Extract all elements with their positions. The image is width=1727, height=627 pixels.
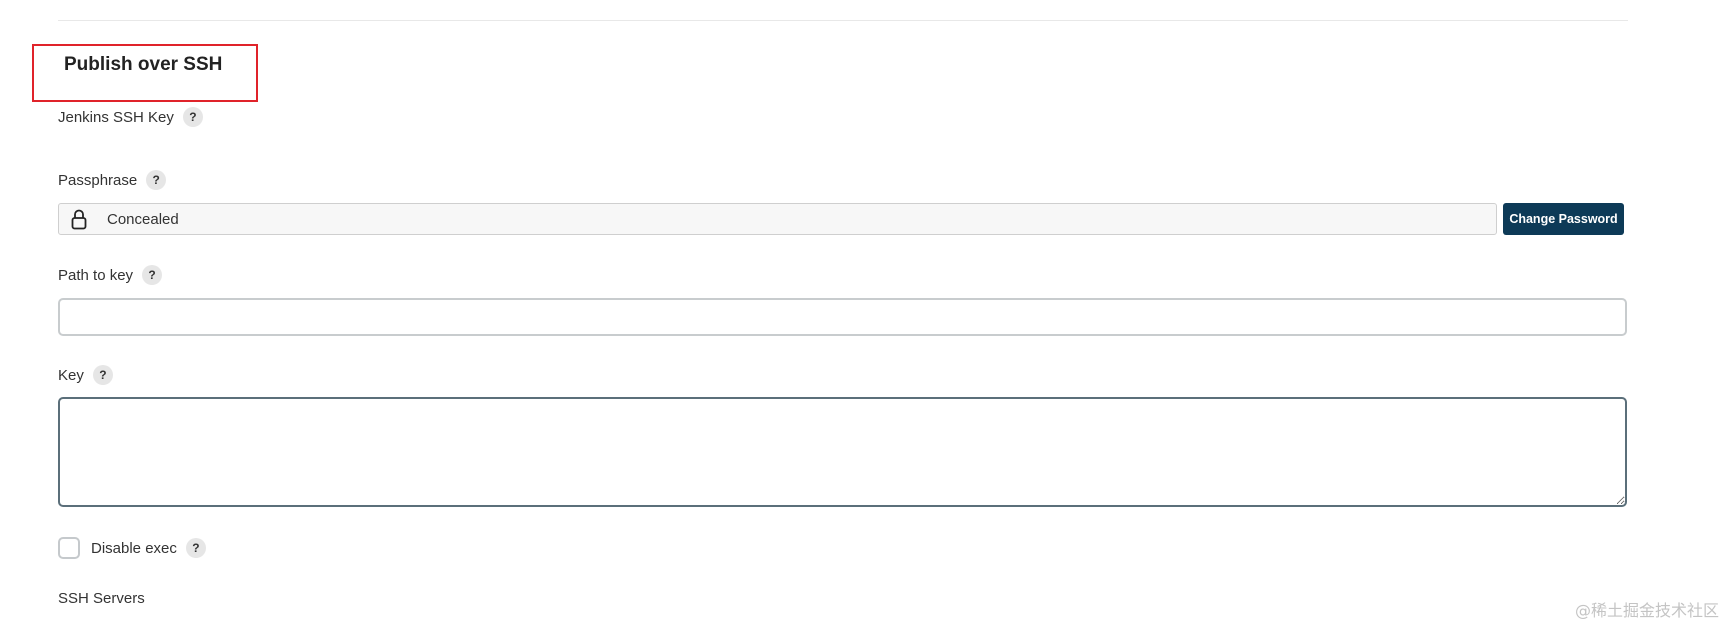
jenkins-ssh-key-help-icon[interactable]: ? (182, 107, 203, 127)
ssh-servers-row: SSH Servers (58, 590, 145, 607)
watermark: @稀土掘金技术社区 (1574, 601, 1719, 620)
disable-exec-row: Disable exec ? (58, 537, 206, 559)
path-to-key-help-icon[interactable]: ? (142, 265, 163, 285)
key-label: Key (58, 366, 84, 384)
passphrase-concealed-value: Concealed (107, 210, 179, 228)
passphrase-field: Concealed (58, 203, 1497, 235)
key-row: Key ? (58, 365, 113, 385)
section-title: Publish over SSH (64, 54, 223, 75)
jenkins-ssh-key-row: Jenkins SSH Key ? (58, 107, 203, 127)
path-to-key-label: Path to key (58, 266, 134, 284)
path-to-key-row: Path to key ? (58, 265, 163, 285)
jenkins-ssh-key-label: Jenkins SSH Key (58, 108, 174, 126)
passphrase-help-icon[interactable]: ? (146, 170, 167, 190)
key-textarea[interactable] (58, 397, 1627, 507)
disable-exec-checkbox[interactable] (58, 537, 80, 559)
lock-icon (71, 208, 87, 230)
passphrase-row: Passphrase ? (58, 170, 167, 190)
disable-exec-help-icon[interactable]: ? (185, 538, 206, 558)
passphrase-label: Passphrase (58, 171, 138, 189)
disable-exec-label: Disable exec (91, 539, 177, 557)
path-to-key-input[interactable] (58, 298, 1627, 336)
change-password-button[interactable]: Change Password (1503, 203, 1624, 235)
ssh-servers-label: SSH Servers (58, 590, 145, 607)
top-divider (58, 20, 1628, 21)
key-help-icon[interactable]: ? (92, 365, 113, 385)
